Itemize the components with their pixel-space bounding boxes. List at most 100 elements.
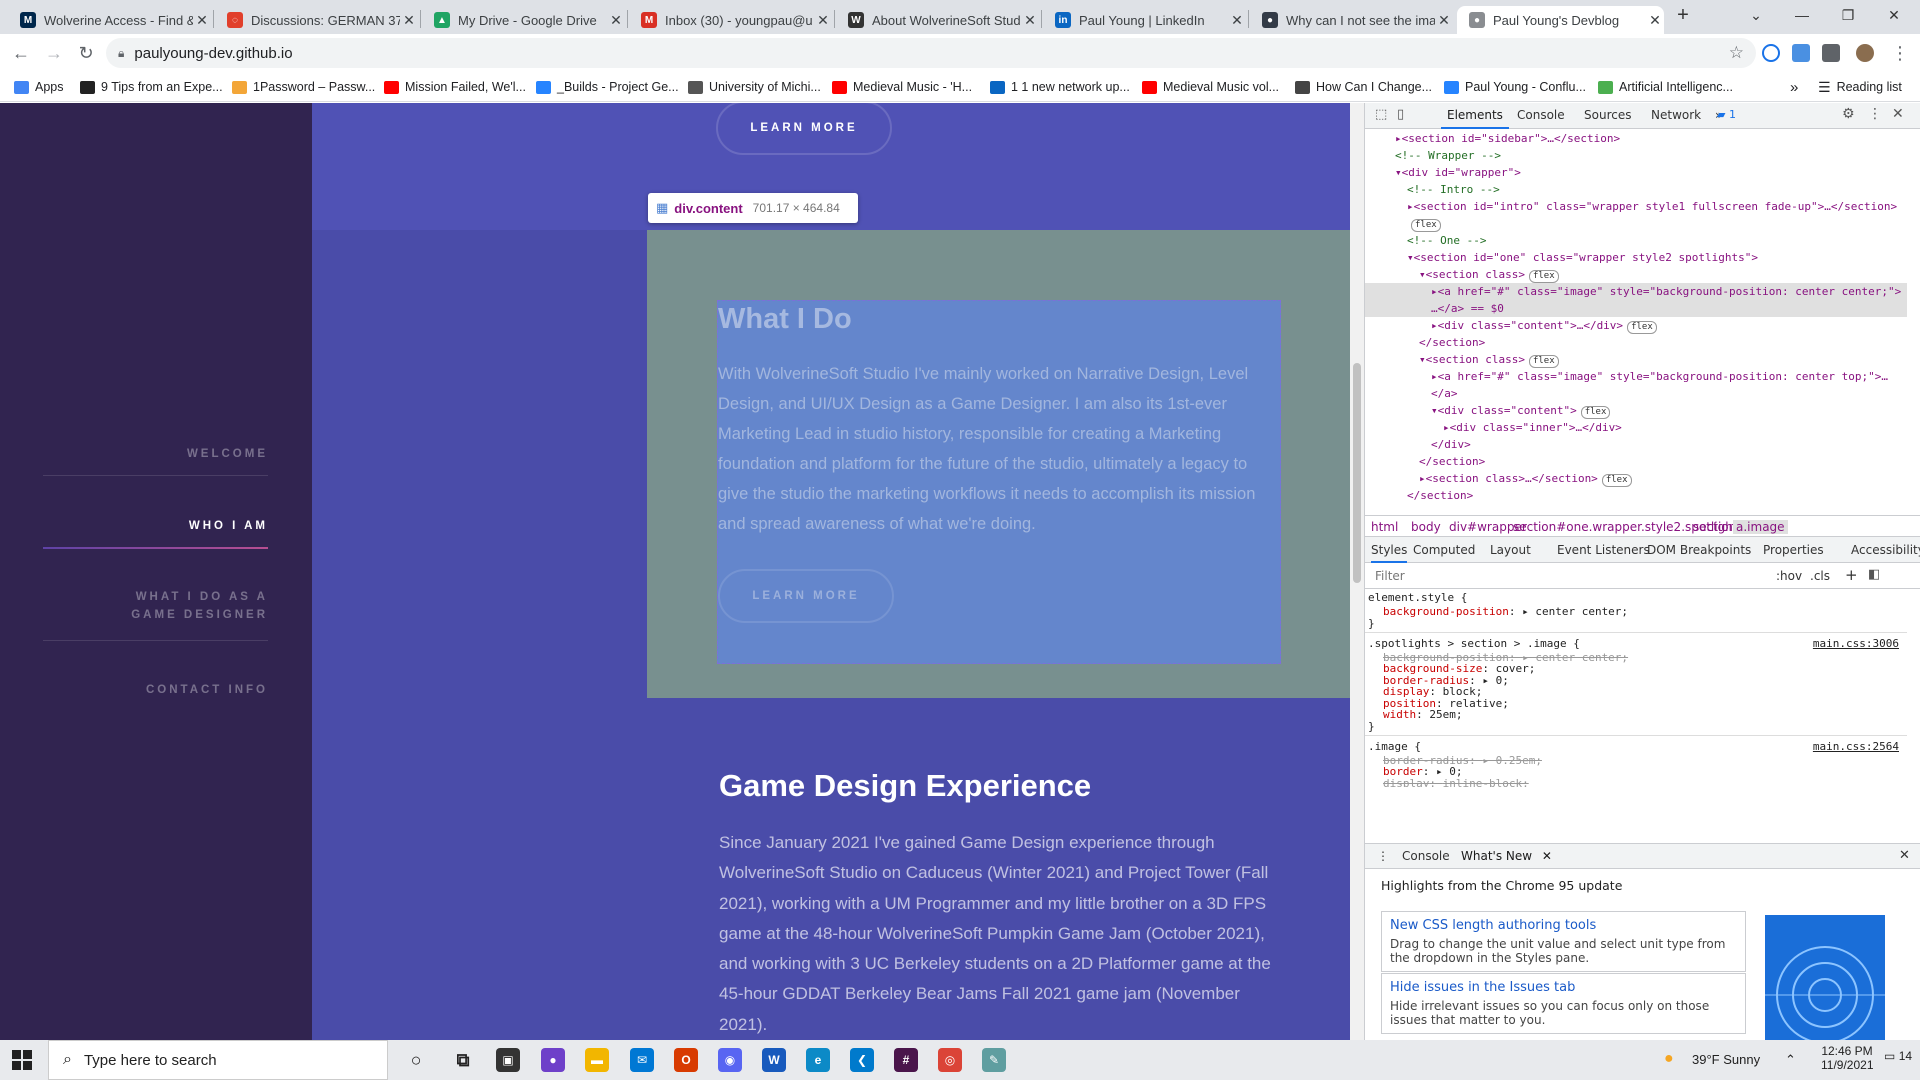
- word-icon[interactable]: W: [762, 1048, 786, 1072]
- drawer-menu-icon[interactable]: ⋮: [1377, 849, 1389, 863]
- close-tab-icon[interactable]: ✕: [1646, 12, 1664, 29]
- devtools-tab-console[interactable]: Console: [1517, 108, 1565, 122]
- device-toolbar-icon[interactable]: ▯: [1397, 107, 1404, 122]
- close-tab-icon[interactable]: ✕: [1228, 12, 1246, 29]
- whats-new-card[interactable]: Hide issues in the Issues tab Hide irrel…: [1381, 973, 1746, 1034]
- css-declaration[interactable]: width: 25em;: [1383, 708, 1463, 722]
- styles-pane[interactable]: element.style {background-position: ▸ ce…: [1365, 589, 1907, 787]
- tab-search-icon[interactable]: ⌄: [1733, 0, 1779, 30]
- notifications-button[interactable]: ▭ 14: [1884, 1049, 1912, 1063]
- new-style-rule-button[interactable]: +: [1845, 566, 1858, 584]
- office-icon[interactable]: O: [674, 1048, 698, 1072]
- minimize-icon[interactable]: —: [1779, 0, 1825, 30]
- close-tab-icon[interactable]: ✕: [193, 12, 211, 29]
- styles-subtab[interactable]: DOM Breakpoints: [1647, 543, 1751, 557]
- styles-subtab[interactable]: Properties: [1763, 543, 1824, 557]
- bookmark-star-icon[interactable]: ☆: [1729, 43, 1744, 63]
- spotlight-image-link[interactable]: [312, 230, 647, 698]
- dom-node-line[interactable]: ▸<div class="content">…</div> flex: [1365, 317, 1907, 334]
- weather-sun-icon[interactable]: ●: [1664, 1050, 1674, 1068]
- css-rule-selector[interactable]: element.style {: [1368, 591, 1467, 605]
- styles-filter-input[interactable]: Filter: [1375, 569, 1405, 583]
- styles-subtab[interactable]: Computed: [1413, 543, 1475, 557]
- bookmark-item[interactable]: Medieval Music vol...: [1142, 77, 1279, 97]
- css-declaration[interactable]: background-position: ▸ center center;: [1383, 605, 1628, 619]
- browser-tab[interactable]: M Inbox (30) - youngpau@u ✕: [629, 6, 832, 34]
- weather-text[interactable]: 39°F Sunny: [1692, 1052, 1760, 1067]
- dom-node-line[interactable]: ▾<section id="one" class="wrapper style2…: [1365, 249, 1907, 266]
- chrome-menu-icon[interactable]: ⋮: [1889, 42, 1911, 64]
- browser-tab[interactable]: M Wolverine Access - Find & ✕: [8, 6, 211, 34]
- close-tab-icon[interactable]: ✕: [607, 12, 625, 29]
- restore-icon[interactable]: ❐: [1825, 0, 1871, 30]
- vscode-icon[interactable]: ❮: [850, 1048, 874, 1072]
- browser-tab[interactable]: in Paul Young | LinkedIn ✕: [1043, 6, 1246, 34]
- css-source-link[interactable]: main.css:3006: [1813, 637, 1899, 651]
- class-toggle[interactable]: .cls: [1810, 569, 1830, 583]
- flex-badge[interactable]: flex: [1528, 355, 1559, 368]
- page-scrollbar-thumb[interactable]: [1353, 363, 1361, 583]
- slack-icon[interactable]: #: [894, 1048, 918, 1072]
- browser-tab[interactable]: ▲ My Drive - Google Drive ✕: [422, 6, 625, 34]
- cortana-icon[interactable]: ○: [404, 1048, 428, 1072]
- extension-screen-icon[interactable]: [1792, 44, 1810, 62]
- bookmark-item[interactable]: 9 Tips from an Expe...: [80, 77, 223, 97]
- reload-icon[interactable]: ↻: [75, 42, 97, 64]
- dom-tree[interactable]: ▸<section id="sidebar">…</section> <!-- W…: [1365, 130, 1907, 515]
- dom-node-line[interactable]: <!-- One -->: [1365, 232, 1907, 249]
- whats-new-card-title[interactable]: New CSS length authoring tools: [1390, 918, 1737, 933]
- dom-node-line[interactable]: ▾<div class="content"> flex: [1365, 402, 1907, 419]
- hover-state-toggle[interactable]: :hov: [1776, 569, 1802, 583]
- whats-new-card-title[interactable]: Hide issues in the Issues tab: [1390, 980, 1737, 995]
- bookmark-item[interactable]: 1Password – Passw...: [232, 77, 375, 97]
- settings-gear-icon[interactable]: ⚙: [1842, 106, 1855, 122]
- dom-node-line[interactable]: ▸<div class="inner">…</div>: [1365, 419, 1907, 436]
- reading-list-button[interactable]: ☰ Reading list: [1818, 77, 1902, 97]
- css-declaration[interactable]: display: inline-block;: [1383, 777, 1529, 788]
- breadcrumb-item[interactable]: body: [1411, 520, 1441, 534]
- taskbar-search-box[interactable]: ⌕ Type here to search: [48, 1040, 388, 1080]
- dom-node-line[interactable]: </section>: [1365, 334, 1907, 351]
- flex-badge[interactable]: flex: [1627, 321, 1657, 334]
- back-icon[interactable]: ←: [10, 42, 32, 64]
- css-source-link[interactable]: main.css:2564: [1813, 740, 1899, 754]
- spotlight-learn-more-button[interactable]: LEARN MORE: [718, 569, 894, 623]
- dom-node-line[interactable]: <!-- Wrapper -->: [1365, 147, 1907, 164]
- mail-icon[interactable]: ✉: [630, 1048, 654, 1072]
- intro-learn-more-button[interactable]: LEARN MORE: [716, 103, 892, 155]
- bookmarks-overflow-icon[interactable]: »: [1790, 77, 1798, 97]
- devtools-tab-sources[interactable]: Sources: [1584, 108, 1631, 122]
- dom-node-line[interactable]: ▾<section class> flex: [1365, 266, 1907, 283]
- edge-icon[interactable]: e: [806, 1048, 830, 1072]
- show-hidden-icons[interactable]: ⌃: [1785, 1052, 1796, 1068]
- browser-tab[interactable]: ● Why can I not see the ima ✕: [1250, 6, 1453, 34]
- devtools-tab-network[interactable]: Network: [1651, 108, 1701, 122]
- dom-node-line[interactable]: ▸<a href="#" class="image" style="backgr…: [1365, 283, 1907, 300]
- file-explorer-icon[interactable]: ▬: [585, 1048, 609, 1072]
- task-view-icon[interactable]: ⧉: [451, 1048, 475, 1072]
- bookmark-item[interactable]: 1 1 new network up...: [990, 77, 1130, 97]
- nav-who-i-am[interactable]: WHO I AM: [189, 517, 268, 535]
- dom-node-line[interactable]: </a>: [1365, 385, 1907, 402]
- close-tab-icon[interactable]: ✕: [1021, 12, 1039, 29]
- flex-badge[interactable]: flex: [1528, 270, 1559, 283]
- devtools-menu-icon[interactable]: ⋮: [1868, 106, 1882, 122]
- close-tab-icon[interactable]: ✕: [1435, 12, 1453, 29]
- flex-badge[interactable]: flex: [1601, 474, 1632, 487]
- bookmark-item[interactable]: _Builds - Project Ge...: [536, 77, 679, 97]
- close-window-icon[interactable]: ✕: [1871, 0, 1917, 30]
- browser-tab[interactable]: W About WolverineSoft Studi ✕: [836, 6, 1039, 34]
- close-tab-icon[interactable]: ✕: [814, 12, 832, 29]
- nav-contact-info[interactable]: CONTACT INFO: [146, 681, 268, 699]
- dom-node-line[interactable]: </section>: [1365, 487, 1907, 504]
- styles-subtab[interactable]: Accessibility: [1851, 543, 1920, 557]
- extension-1password-icon[interactable]: [1762, 44, 1780, 62]
- bookmark-item[interactable]: Mission Failed, We'l...: [384, 77, 526, 97]
- github-desktop-icon[interactable]: ●: [541, 1048, 565, 1072]
- dom-node-line[interactable]: flex: [1365, 215, 1907, 232]
- dom-node-line[interactable]: <!-- Intro -->: [1365, 181, 1907, 198]
- flex-badge[interactable]: flex: [1580, 406, 1611, 419]
- drawer-close-icon[interactable]: ✕: [1899, 848, 1910, 863]
- bookmark-item[interactable]: Artificial Intelligenc...: [1598, 77, 1733, 97]
- css-rule-selector[interactable]: .spotlights > section > .image {: [1368, 637, 1580, 651]
